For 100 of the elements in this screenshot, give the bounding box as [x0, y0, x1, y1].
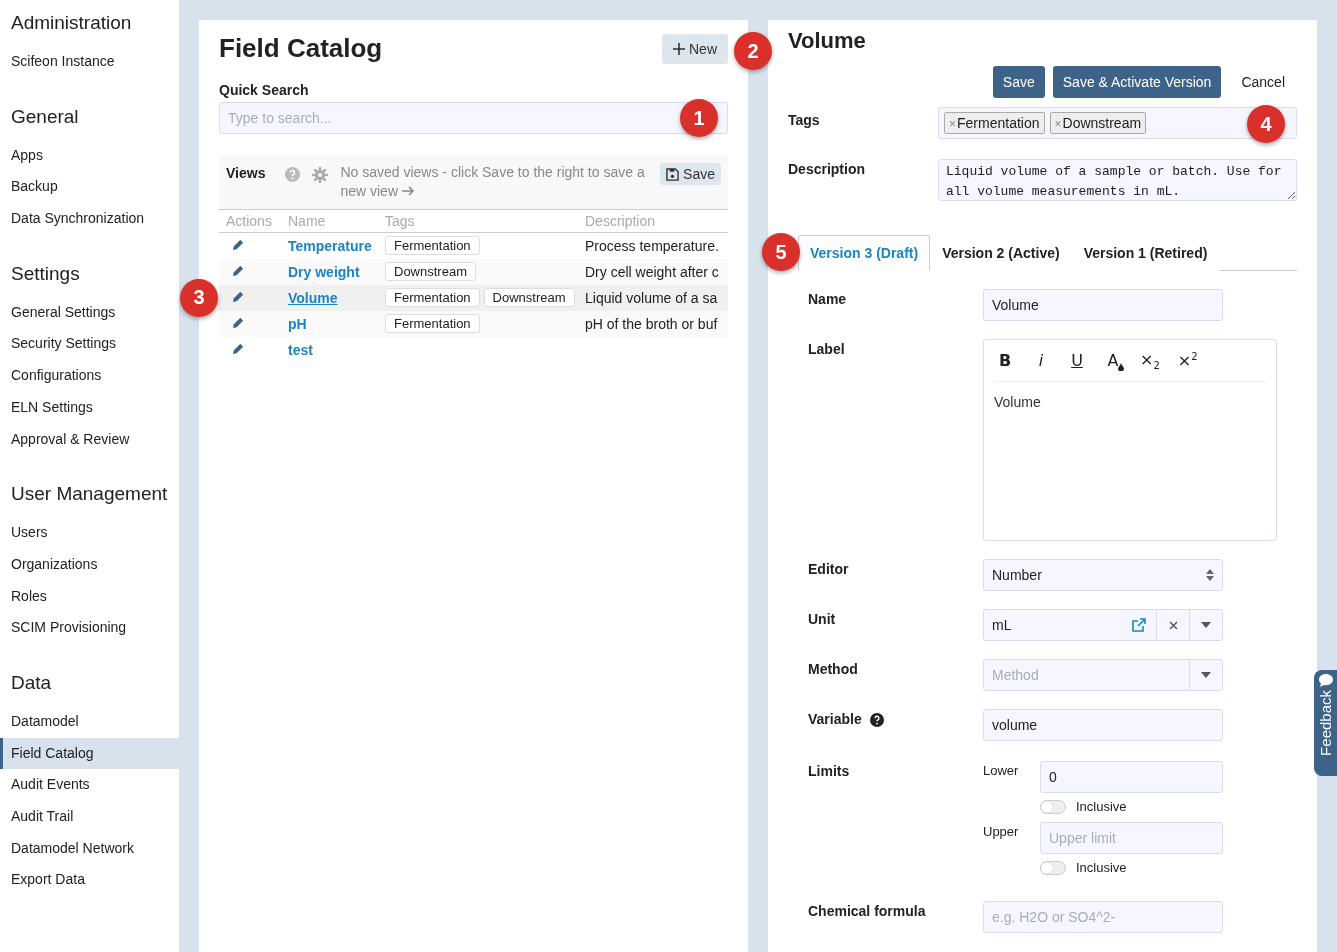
toggle-label: Inclusive — [1076, 860, 1127, 875]
sidebar-item[interactable]: Apps — [0, 139, 179, 172]
field-name-link[interactable]: Temperature — [288, 237, 372, 254]
views-label: Views — [226, 164, 266, 181]
script-tool-button[interactable]: ×$^{2}$ — [1177, 350, 1198, 372]
tag-chip[interactable]: ×Downstream — [1049, 112, 1147, 134]
tag-chip[interactable]: ×Fermentation — [944, 112, 1045, 134]
section-heading: General — [10, 105, 80, 128]
clear-icon[interactable] — [1168, 620, 1178, 630]
toggle-label: Inclusive — [1076, 799, 1127, 814]
tag-label: Downstream — [1062, 115, 1142, 131]
callout-marker: 4 — [1247, 105, 1285, 143]
save-view-button[interactable]: Save — [660, 163, 721, 185]
callout-marker: 1 — [680, 99, 718, 137]
save-button[interactable]: Save — [992, 66, 1045, 98]
sort-icon — [1206, 569, 1214, 581]
search-label: Quick Search — [219, 82, 310, 98]
description-field[interactable]: Liquid volume of a sample or batch. Use for all volume measurements in mL. — [938, 159, 1297, 201]
field-label: Variable — [808, 711, 862, 727]
section-heading: Data — [10, 671, 53, 694]
pencil-icon[interactable] — [232, 341, 245, 355]
limit-label: Upper — [983, 823, 1020, 841]
tag: Fermentation — [385, 314, 480, 333]
sidebar-item[interactable]: Approval & Review — [0, 423, 179, 456]
views-message: No saved views - click Save to the right to save a new view — [340, 163, 646, 201]
save-button[interactable]: Save & Activate Version — [1052, 66, 1222, 98]
caret-icon — [1201, 622, 1211, 628]
pencil-icon[interactable] — [232, 315, 245, 329]
pencil-icon[interactable] — [232, 263, 245, 277]
plus-icon — [673, 43, 685, 55]
inclusive-toggle[interactable] — [1040, 860, 1066, 875]
sidebar-item[interactable]: ELN Settings — [0, 391, 179, 424]
callout-marker: 5 — [762, 233, 800, 271]
sidebar-item[interactable]: Security Settings — [0, 328, 179, 361]
tag: Fermentation — [385, 236, 480, 256]
description-text: Dry cell weight after c — [585, 263, 719, 280]
sidebar-item[interactable]: General Settings — [0, 296, 179, 329]
table-row[interactable]: Dry weight Downstream Dry cell weight after c — [219, 258, 728, 285]
field-name-link[interactable]: test — [288, 341, 313, 358]
field-label: Unit — [808, 611, 836, 627]
feedback-tab[interactable]: Feedback — [1314, 670, 1337, 776]
sidebar-item[interactable]: Organizations — [0, 548, 179, 581]
sidebar-item[interactable]: Backup — [0, 171, 179, 204]
sidebar-item[interactable]: Export Data — [0, 864, 179, 897]
tag: Downstream — [483, 288, 575, 307]
section-heading: User Management — [10, 483, 169, 506]
help-icon[interactable] — [869, 713, 884, 727]
sidebar-item[interactable]: Scifeon Instance — [0, 46, 179, 78]
field-label: Tags — [788, 111, 821, 128]
floppy-icon — [666, 167, 680, 181]
pencil-icon[interactable] — [232, 237, 245, 251]
field-label: Name — [808, 291, 847, 307]
description-text: pH of the broth or buf — [585, 315, 718, 332]
tag-label: Fermentation — [957, 115, 1040, 131]
bold-tool-button[interactable]: B — [996, 350, 1014, 372]
unit-field[interactable]: mL — [983, 609, 1223, 641]
sidebar-item[interactable]: Configurations — [0, 360, 179, 392]
italic-tool-button[interactable]: i — [1032, 350, 1050, 372]
sidebar-item[interactable]: Roles — [0, 580, 179, 613]
field-label: Label — [808, 341, 845, 357]
inclusive-toggle[interactable] — [1040, 799, 1066, 814]
sidebar-item[interactable]: Audit Trail — [0, 801, 179, 833]
cancel-button[interactable]: Cancel — [1229, 66, 1297, 98]
label-editor[interactable]: B i U A ×$_{2}$ ×$^{2}$ Volume — [983, 339, 1277, 541]
detail-title: Volume — [788, 28, 867, 54]
text-field[interactable]: volume — [983, 709, 1223, 741]
description-text: Process temperature. — [585, 237, 719, 254]
caret-icon — [1201, 672, 1211, 678]
sidebar-item[interactable]: Audit Events — [0, 769, 179, 801]
sidebar-item[interactable]: Field Catalog — [0, 737, 179, 770]
field-name-link[interactable]: Dry weight — [288, 263, 360, 280]
sidebar-item[interactable]: Data Synchronization — [0, 203, 179, 235]
field-name-link[interactable]: Volume — [288, 289, 338, 306]
editor-select[interactable]: Number — [983, 559, 1223, 591]
field-label: Method — [808, 661, 858, 677]
table-row[interactable]: pH Fermentation pH of the broth or buf — [219, 310, 728, 337]
text-field[interactable]: e.g. H2O or SO4^2- — [983, 901, 1223, 933]
sidebar-item[interactable]: Users — [0, 517, 179, 549]
text-field[interactable]: Volume — [983, 289, 1223, 321]
color-tool-button[interactable]: A — [1104, 350, 1122, 372]
callout-marker: 2 — [734, 32, 772, 70]
editor-text: Volume — [994, 393, 1042, 411]
external-link-icon[interactable] — [1132, 618, 1146, 632]
version-tab[interactable]: Version 3 (Draft) — [798, 235, 931, 271]
sidebar-item[interactable]: Datamodel — [0, 705, 179, 738]
pencil-icon[interactable] — [232, 289, 245, 303]
limit-field[interactable]: 0 — [1040, 761, 1223, 793]
arrow-right-icon — [401, 186, 415, 196]
limit-field[interactable]: Upper limit — [1040, 822, 1223, 854]
section-heading: Administration — [10, 12, 133, 34]
sidebar-item[interactable]: Datamodel Network — [0, 832, 179, 865]
section-heading: Settings — [10, 262, 81, 285]
tag: Downstream — [385, 262, 476, 281]
sidebar-item[interactable]: SCIM Provisioning — [0, 612, 179, 644]
new-button[interactable]: New — [662, 34, 728, 64]
field-name-link[interactable]: pH — [288, 315, 307, 332]
underline-tool-button[interactable]: U — [1068, 350, 1086, 372]
description-text: Liquid volume of a sa — [585, 289, 718, 306]
drop-icon — [1118, 363, 1124, 372]
script-tool-button[interactable]: ×$_{2}$ — [1140, 350, 1160, 372]
